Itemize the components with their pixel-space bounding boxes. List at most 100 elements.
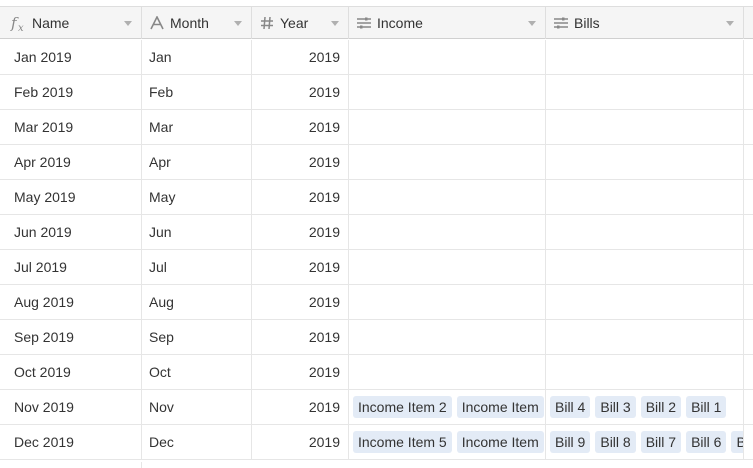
name-cell[interactable]: Oct 2019 — [0, 355, 142, 389]
chevron-down-icon[interactable] — [527, 18, 537, 28]
chevron-down-icon[interactable] — [123, 18, 133, 28]
name-cell[interactable]: Apr 2019 — [0, 145, 142, 179]
year-cell[interactable]: 2019 — [252, 180, 349, 214]
month-cell[interactable]: Jun — [142, 215, 252, 249]
name-cell[interactable]: Mar 2019 — [0, 110, 142, 144]
name-cell[interactable]: Nov 2019 — [0, 390, 142, 424]
overflow-cell — [744, 425, 753, 459]
income-cell[interactable] — [349, 320, 546, 354]
bills-cell[interactable] — [546, 110, 744, 144]
income-cell[interactable] — [349, 75, 546, 109]
linked-record-chip[interactable]: Bill 9 — [550, 431, 591, 453]
bills-cell[interactable] — [546, 180, 744, 214]
year-cell[interactable]: 2019 — [252, 215, 349, 249]
bills-cell[interactable] — [546, 145, 744, 179]
year-cell[interactable]: 2019 — [252, 250, 349, 284]
table-row[interactable]: Jun 2019 Jun 2019 — [0, 215, 753, 250]
month-cell[interactable]: Apr — [142, 145, 252, 179]
year-cell[interactable]: 2019 — [252, 75, 349, 109]
bills-cell[interactable] — [546, 285, 744, 319]
column-header-name[interactable]: f x Name — [0, 7, 142, 39]
table-row[interactable]: Mar 2019 Mar 2019 — [0, 110, 753, 145]
table-row[interactable]: Sep 2019 Sep 2019 — [0, 320, 753, 355]
year-cell[interactable]: 2019 — [252, 390, 349, 424]
income-cell[interactable]: Income Item 2 Income Item — [349, 390, 546, 424]
bills-cell[interactable] — [546, 355, 744, 389]
year-cell[interactable]: 2019 — [252, 285, 349, 319]
name-cell[interactable]: Dec 2019 — [0, 425, 142, 459]
income-cell[interactable] — [349, 145, 546, 179]
year-cell[interactable]: 2019 — [252, 425, 349, 459]
income-cell[interactable] — [349, 215, 546, 249]
income-cell[interactable]: Income Item 5 Income Item — [349, 425, 546, 459]
table-row[interactable]: Aug 2019 Aug 2019 — [0, 285, 753, 320]
bills-cell[interactable] — [546, 250, 744, 284]
month-cell[interactable]: May — [142, 180, 252, 214]
name-cell[interactable]: Aug 2019 — [0, 285, 142, 319]
table-row[interactable]: Oct 2019 Oct 2019 — [0, 355, 753, 390]
column-header-label: Name — [32, 15, 70, 31]
linked-record-chip[interactable]: Income Item — [456, 396, 544, 418]
chevron-down-icon[interactable] — [233, 18, 243, 28]
month-cell[interactable]: Feb — [142, 75, 252, 109]
name-cell[interactable]: May 2019 — [0, 180, 142, 214]
name-cell[interactable]: Feb 2019 — [0, 75, 142, 109]
bills-cell[interactable] — [546, 320, 744, 354]
year-cell[interactable]: 2019 — [252, 320, 349, 354]
year-cell[interactable]: 2019 — [252, 40, 349, 74]
month-cell[interactable]: Aug — [142, 285, 252, 319]
linked-record-chip[interactable]: Bill 8 — [595, 431, 636, 453]
month-cell[interactable]: Mar — [142, 110, 252, 144]
linked-record-chip[interactable]: B — [731, 431, 743, 453]
column-header-income[interactable]: Income — [349, 7, 546, 39]
linked-record-chip[interactable]: Bill 4 — [550, 396, 591, 418]
month-cell[interactable]: Dec — [142, 425, 252, 459]
income-cell[interactable] — [349, 355, 546, 389]
month-cell[interactable]: Nov — [142, 390, 252, 424]
linked-record-icon — [355, 14, 373, 32]
chevron-down-icon[interactable] — [330, 18, 340, 28]
year-cell[interactable]: 2019 — [252, 355, 349, 389]
table-row[interactable]: Jul 2019 Jul 2019 — [0, 250, 753, 285]
column-header-year[interactable]: Year — [252, 7, 349, 39]
income-cell[interactable] — [349, 285, 546, 319]
bills-cell[interactable] — [546, 40, 744, 74]
linked-record-chip[interactable]: Income Item 5 — [353, 431, 452, 453]
month-cell[interactable]: Jul — [142, 250, 252, 284]
linked-record-chip[interactable]: Bill 3 — [595, 396, 636, 418]
linked-record-chip[interactable]: Income Item 2 — [353, 396, 452, 418]
month-cell[interactable]: Sep — [142, 320, 252, 354]
name-cell[interactable]: Jul 2019 — [0, 250, 142, 284]
bills-cell[interactable] — [546, 215, 744, 249]
name-cell[interactable]: Jun 2019 — [0, 215, 142, 249]
overflow-cell — [744, 355, 753, 389]
overflow-cell — [744, 285, 753, 319]
table-row[interactable]: Jan 2019 Jan 2019 — [0, 40, 753, 75]
column-header-month[interactable]: Month — [142, 7, 252, 39]
table-row[interactable]: Feb 2019 Feb 2019 — [0, 75, 753, 110]
linked-record-chip[interactable]: Income Item — [456, 431, 544, 453]
year-cell[interactable]: 2019 — [252, 110, 349, 144]
year-cell[interactable]: 2019 — [252, 145, 349, 179]
linked-record-chip[interactable]: Bill 1 — [686, 396, 727, 418]
table-row[interactable]: Apr 2019 Apr 2019 — [0, 145, 753, 180]
table-row[interactable]: Dec 2019 Dec 2019 Income Item 5 Income Item B… — [0, 425, 753, 460]
income-cell[interactable] — [349, 180, 546, 214]
income-cell[interactable] — [349, 110, 546, 144]
bills-cell[interactable]: Bill 4 Bill 3 Bill 2 Bill 1 — [546, 390, 744, 424]
month-cell[interactable]: Jan — [142, 40, 252, 74]
table-row[interactable]: May 2019 May 2019 — [0, 180, 753, 215]
table-row[interactable]: Nov 2019 Nov 2019 Income Item 2 Income Item B… — [0, 390, 753, 425]
bills-cell[interactable]: Bill 9Bill 8Bill 7Bill 6B — [546, 425, 744, 459]
linked-record-chip[interactable]: Bill 7 — [640, 431, 682, 453]
linked-record-chip[interactable]: Bill 6 — [686, 431, 727, 453]
income-cell[interactable] — [349, 250, 546, 284]
linked-record-chip[interactable]: Bill 2 — [640, 396, 682, 418]
month-cell[interactable]: Oct — [142, 355, 252, 389]
name-cell[interactable]: Sep 2019 — [0, 320, 142, 354]
column-header-bills[interactable]: Bills — [546, 7, 744, 39]
chevron-down-icon[interactable] — [725, 18, 735, 28]
income-cell[interactable] — [349, 40, 546, 74]
name-cell[interactable]: Jan 2019 — [0, 40, 142, 74]
bills-cell[interactable] — [546, 75, 744, 109]
